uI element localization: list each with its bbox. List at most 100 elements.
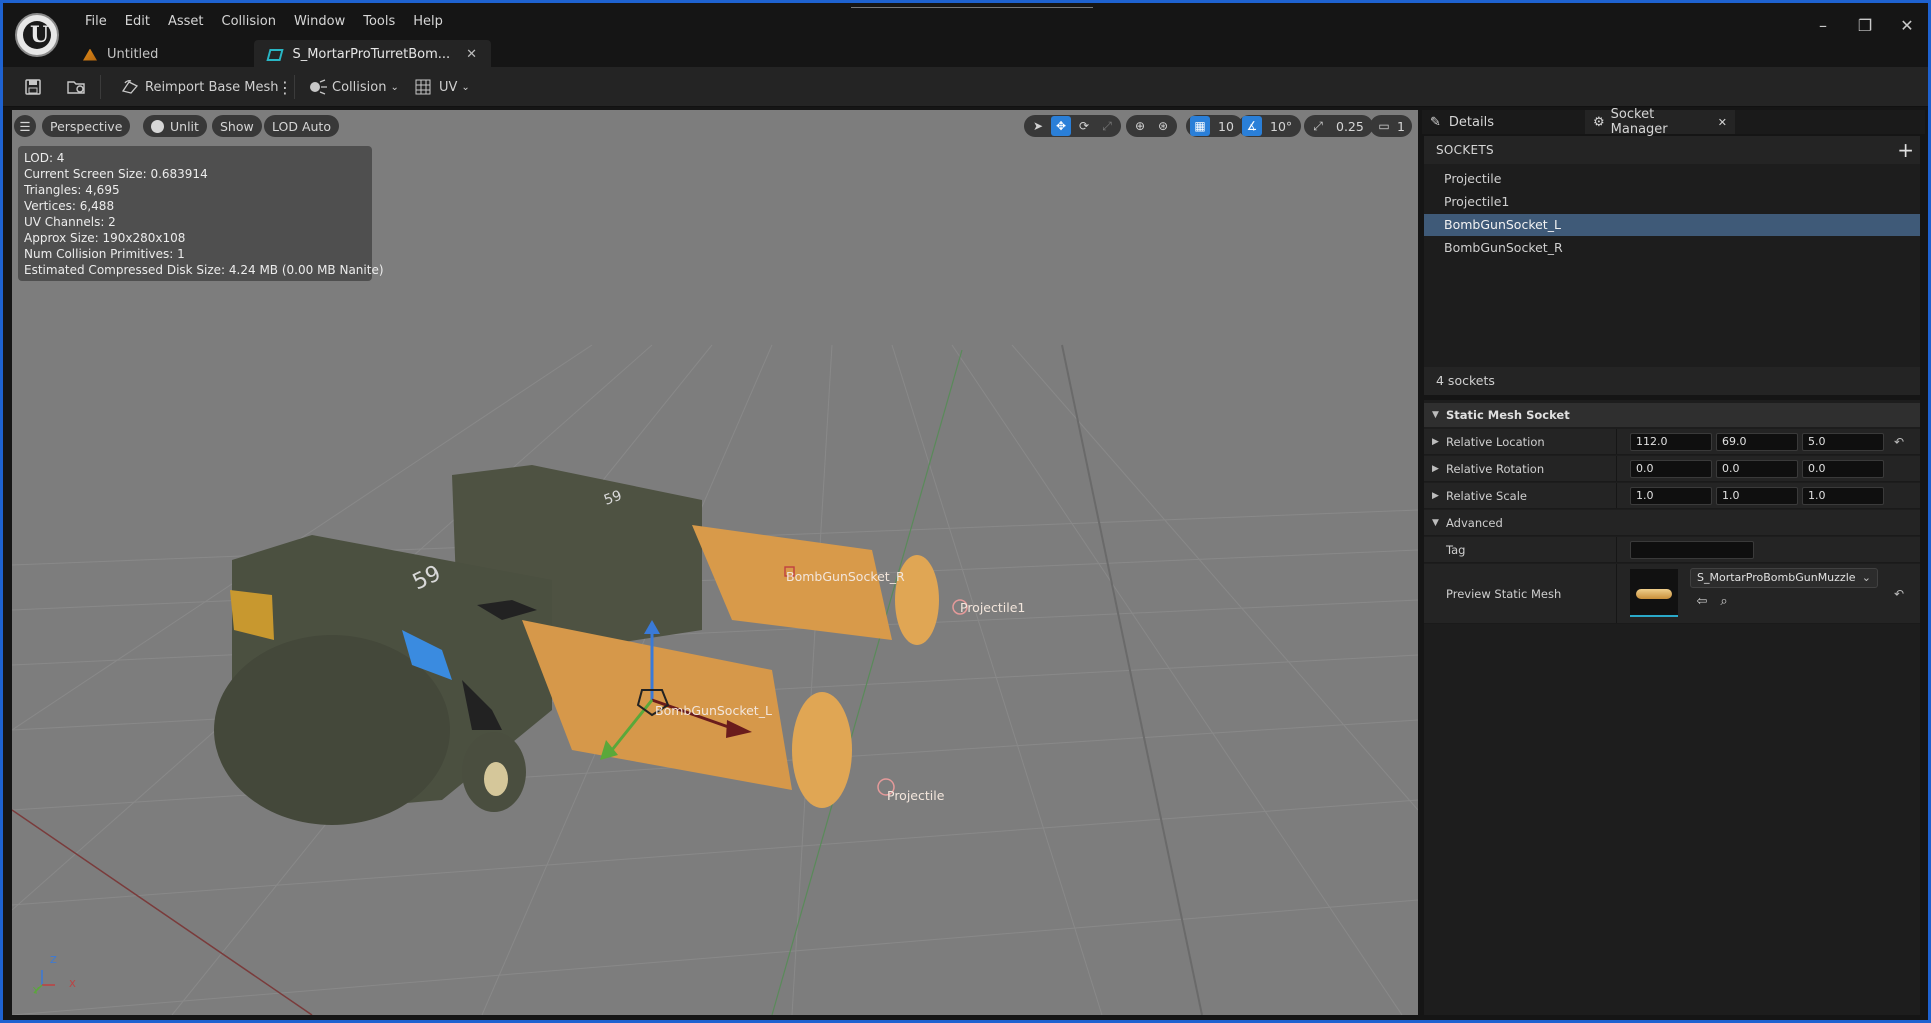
scale-y-field[interactable]: 1.0 [1716, 487, 1798, 505]
uv-dropdown[interactable]: UV ⌄ [415, 75, 470, 99]
relative-location-label: Relative Location [1446, 435, 1545, 449]
tab-untitled[interactable]: Untitled [69, 40, 172, 69]
tab-socket-manager[interactable]: ⚙ Socket Manager ✕ [1585, 107, 1735, 137]
expand-right-icon[interactable]: ▶ [1432, 456, 1439, 482]
browse-asset-button[interactable] [67, 75, 87, 99]
location-y-field[interactable]: 69.0 [1716, 433, 1798, 451]
preview-mesh-dropdown[interactable]: S_MortarProBombGunMuzzle ⌄ [1690, 568, 1878, 588]
save-icon [25, 79, 41, 95]
socket-icon: ⚙ [1593, 114, 1605, 130]
coord-tools: ⊕ ⊛ [1126, 115, 1177, 137]
static-mesh-socket-category[interactable]: ▼ Static Mesh Socket [1424, 403, 1920, 427]
reimport-icon [121, 80, 139, 94]
collision-dropdown[interactable]: Collision ⌄ [308, 75, 399, 99]
restore-button[interactable]: ❐ [1856, 16, 1874, 35]
mesh-thumbnail[interactable] [1630, 569, 1678, 617]
relative-rotation-label: Relative Rotation [1446, 462, 1545, 476]
perspective-button[interactable]: Perspective [42, 115, 131, 137]
save-button[interactable] [25, 75, 41, 99]
rotation-y-field[interactable]: 0.0 [1716, 460, 1798, 478]
tag-input[interactable] [1630, 541, 1754, 559]
menu-window[interactable]: Window [285, 12, 354, 31]
menu-file[interactable]: File [76, 12, 116, 31]
world-local-icon[interactable]: ⊕ [1130, 116, 1150, 136]
reset-arrow-icon[interactable]: ↶ [1894, 581, 1904, 607]
socket-item[interactable]: BombGunSocket_R [1424, 237, 1920, 259]
socket-item-selected[interactable]: BombGunSocket_L [1424, 214, 1920, 236]
grid-snap-value: 10 [1218, 118, 1234, 134]
socket-item[interactable]: Projectile [1424, 168, 1920, 190]
lod-button[interactable]: LOD Auto [264, 115, 339, 137]
scale-icon[interactable]: ⤢ [1097, 116, 1117, 136]
unlit-label: Unlit [170, 118, 199, 134]
scale-z-field[interactable]: 1.0 [1802, 487, 1884, 505]
asset-toolbar: Reimport Base Mesh ⋮ Collision ⌄ UV ⌄ [3, 67, 1928, 107]
menu-bar: File Edit Asset Collision Window Tools H… [76, 12, 452, 31]
socket-label-l: BombGunSocket_L [655, 703, 772, 718]
uv-label: UV [439, 79, 458, 95]
tab-static-mesh[interactable]: S_MortarProTurretBom... ✕ [254, 40, 492, 69]
rotation-x-field[interactable]: 0.0 [1630, 460, 1712, 478]
menu-collision[interactable]: Collision [213, 12, 285, 31]
reimport-base-mesh-button[interactable]: Reimport Base Mesh [121, 75, 279, 99]
column-divider [1616, 429, 1617, 454]
axis-y-label: Y [33, 986, 40, 997]
unlit-button[interactable]: Unlit [143, 115, 207, 137]
expand-right-icon[interactable]: ▶ [1432, 429, 1439, 455]
add-socket-icon[interactable]: + [1897, 138, 1914, 162]
reset-arrow-icon[interactable]: ↶ [1894, 429, 1904, 455]
socket-manager-tab-label: Socket Manager [1610, 107, 1668, 137]
mesh-viewport[interactable]: 59 59 ☰ Perspective Unlit Show LOD Auto … [12, 110, 1418, 1015]
location-x-field[interactable]: 112.0 [1630, 433, 1712, 451]
relative-scale-label: Relative Scale [1446, 489, 1527, 503]
browse-asset-icon[interactable]: ⌕ [1716, 594, 1732, 610]
pencil-icon: ✎ [1430, 114, 1441, 130]
show-button[interactable]: Show [212, 115, 262, 137]
more-options-icon[interactable]: ⋮ [277, 75, 293, 99]
stat-triangles: Triangles: 4,695 [24, 183, 120, 197]
minimize-button[interactable]: – [1814, 16, 1832, 35]
tab-details[interactable]: ✎ Details [1422, 110, 1582, 134]
reimport-label: Reimport Base Mesh [145, 79, 279, 95]
uv-grid-icon [415, 79, 431, 95]
rotation-snap-toggle[interactable]: ∡ 10° [1238, 115, 1302, 137]
expand-right-icon[interactable]: ▶ [1432, 483, 1439, 509]
menu-help[interactable]: Help [404, 12, 452, 31]
unreal-logo-icon[interactable]: U [15, 13, 59, 57]
surface-snap-icon[interactable]: ⊛ [1153, 116, 1173, 136]
advanced-row[interactable]: ▼ Advanced [1424, 510, 1920, 536]
scale-snap-toggle[interactable]: ⤢ 0.25 [1304, 115, 1373, 137]
menu-edit[interactable]: Edit [116, 12, 159, 31]
socket-count: 4 sockets [1424, 367, 1920, 395]
window-controls: – ❐ ✕ [1814, 16, 1916, 35]
scale-x-field[interactable]: 1.0 [1630, 487, 1712, 505]
close-tab-icon[interactable]: ✕ [1718, 116, 1727, 129]
tab-label: S_MortarProTurretBom... [292, 47, 451, 62]
menu-asset[interactable]: Asset [159, 12, 213, 31]
rotation-snap-value: 10° [1270, 118, 1293, 134]
use-selected-icon[interactable]: ⇦ [1694, 594, 1710, 610]
location-z-field[interactable]: 5.0 [1802, 433, 1884, 451]
translate-icon[interactable]: ✥ [1051, 116, 1071, 136]
close-tab-icon[interactable]: ✕ [466, 47, 477, 62]
rotation-z-field[interactable]: 0.0 [1802, 460, 1884, 478]
column-divider [1616, 483, 1617, 508]
column-divider [1616, 537, 1617, 562]
column-divider [1616, 564, 1617, 623]
stat-uv-channels: UV Channels: 2 [24, 215, 116, 229]
tab-label: Untitled [107, 47, 159, 62]
select-icon[interactable]: ➤ [1028, 116, 1048, 136]
viewport-menu-button[interactable]: ☰ [14, 115, 36, 137]
sockets-title: SOCKETS [1436, 143, 1494, 157]
scale-snap-value: 0.25 [1336, 118, 1364, 134]
preview-mesh-value: S_MortarProBombGunMuzzle [1697, 571, 1856, 584]
menu-tools[interactable]: Tools [354, 12, 404, 31]
camera-speed-button[interactable]: ▭ 1 [1370, 115, 1412, 137]
stat-lod: LOD: 4 [24, 151, 65, 165]
close-window-button[interactable]: ✕ [1898, 16, 1916, 35]
scale-snap-icon: ⤢ [1313, 118, 1323, 133]
category-label: Static Mesh Socket [1446, 408, 1570, 422]
socket-item[interactable]: Projectile1 [1424, 191, 1920, 213]
rotate-icon[interactable]: ⟳ [1074, 116, 1094, 136]
grid-snap-toggle[interactable]: ▦ 10 [1186, 115, 1243, 137]
